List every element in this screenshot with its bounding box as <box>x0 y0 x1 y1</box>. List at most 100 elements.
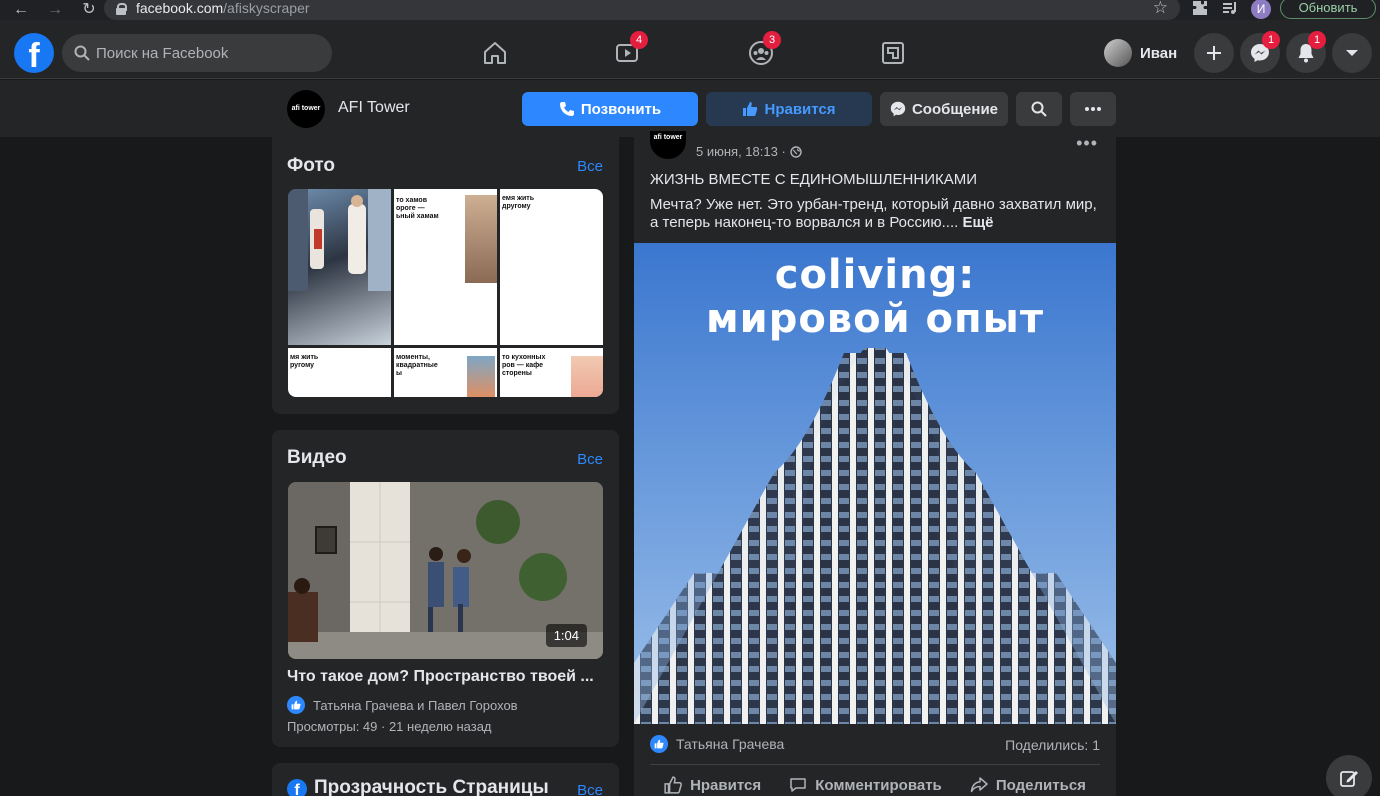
home-icon <box>484 42 506 64</box>
post-action-bar: Нравится Комментировать Поделиться <box>650 764 1100 794</box>
watch-tab[interactable]: 4 <box>608 31 648 73</box>
thumbs-up-icon <box>743 102 758 116</box>
browser-toolbar: ← → ↻ facebook.com/afiskyscraper ☆ И Обн… <box>0 0 1380 20</box>
media-control-icon[interactable] <box>1222 0 1238 18</box>
share-icon <box>970 777 988 793</box>
search-input[interactable] <box>96 44 316 62</box>
photo-caption: мя жить ругому <box>290 354 319 369</box>
page-avatar[interactable]: afi tower <box>287 90 325 128</box>
post: afi tower 5 июня, 18:13 · ••• ЖИЗНЬ ВМЕС… <box>634 131 1116 796</box>
post-share-label: Поделиться <box>995 776 1086 794</box>
photo-person <box>571 356 603 397</box>
video-title[interactable]: Что такое дом? Пространство твоей ... <box>287 668 607 686</box>
photo-caption: емя жить другому <box>502 195 535 210</box>
messenger-badge: 1 <box>1262 31 1280 49</box>
post-date[interactable]: 5 июня, 18:13 · <box>696 144 786 159</box>
create-button[interactable] <box>1194 33 1234 73</box>
call-button-label: Позвонить <box>580 100 662 118</box>
search-icon <box>1031 101 1047 117</box>
video-likers: Татьяна Грачева и Павел Горохов <box>287 696 518 714</box>
video-see-all-link[interactable]: Все <box>577 451 603 468</box>
photo-tile[interactable]: моменты, квадратные ы <box>394 348 497 397</box>
new-message-button[interactable] <box>1326 755 1372 796</box>
back-icon[interactable]: ← <box>12 2 30 18</box>
bookmark-star-icon[interactable]: ☆ <box>1153 0 1168 18</box>
post-comment-button[interactable]: Комментировать <box>789 776 942 794</box>
post-reactions[interactable]: Татьяна Грачева <box>650 735 784 753</box>
post-text: Мечта? Уже нет. Это урбан-тренд, который… <box>650 196 1106 232</box>
notifications-button[interactable]: 1 <box>1286 31 1326 73</box>
post-comment-label: Комментировать <box>815 776 942 794</box>
browser-profile-avatar[interactable]: И <box>1251 0 1271 19</box>
profile-link[interactable]: Иван <box>1104 39 1177 67</box>
message-button[interactable]: Сообщение <box>880 92 1008 126</box>
photo-tile[interactable] <box>288 189 391 345</box>
facebook-logo-icon[interactable]: f <box>14 33 54 73</box>
home-tab[interactable] <box>475 33 515 73</box>
avatar <box>1104 39 1132 67</box>
video-likers-names[interactable]: Татьяна Грачева и Павел Горохов <box>313 698 518 713</box>
gaming-tab[interactable] <box>873 33 913 73</box>
plus-icon <box>1207 46 1221 60</box>
account-menu-button[interactable] <box>1332 33 1372 73</box>
transparency-see-all-link[interactable]: Все <box>577 782 603 796</box>
video-views: Просмотры: 49 · 21 неделю назад <box>287 719 492 734</box>
post-like-button[interactable]: Нравится <box>664 776 761 794</box>
post-reactor-name[interactable]: Татьяна Грачева <box>676 736 784 752</box>
photo-tile[interactable]: то хамов ороге — ьный хамам <box>394 189 497 345</box>
call-button[interactable]: Позвонить <box>522 92 698 126</box>
photos-see-all-link[interactable]: Все <box>577 158 603 175</box>
video-card: Видео Все 1:04 Что такое дом? Пространст… <box>272 430 619 747</box>
like-reaction-icon <box>287 696 305 714</box>
photo-person <box>465 195 497 283</box>
page-title[interactable]: AFI Tower <box>338 99 410 117</box>
search-box[interactable] <box>62 34 332 72</box>
post-headline: ЖИЗНЬ ВМЕСТЕ С ЕДИНОМЫШЛЕННИКАМИ <box>650 171 977 188</box>
groups-badge: 3 <box>763 31 781 49</box>
browser-nav: ← → ↻ <box>0 2 104 18</box>
comment-icon <box>790 778 806 792</box>
transparency-title: Прозрачность Страницы <box>314 777 549 796</box>
messenger-button[interactable]: 1 <box>1240 31 1280 73</box>
post-shares-count[interactable]: Поделились: 1 <box>1005 737 1100 753</box>
page-header-strip: afi tower AFI Tower Позвонить Нравится С… <box>0 80 1380 137</box>
browser-update-button[interactable]: Обновить <box>1280 0 1376 19</box>
address-bar[interactable]: facebook.com/afiskyscraper ☆ <box>104 0 1180 20</box>
photo-tile[interactable]: емя жить другому <box>500 189 603 345</box>
post-text-body: Мечта? Уже нет. Это урбан-тренд, который… <box>650 196 1097 231</box>
profile-name: Иван <box>1140 44 1178 62</box>
groups-tab[interactable]: 3 <box>741 31 781 73</box>
facebook-logo-icon: f <box>287 779 307 796</box>
photo-caption: то хамов ороге — ьный хамам <box>396 197 439 220</box>
photo-person <box>467 356 495 397</box>
phone-icon <box>559 102 574 116</box>
url-text: facebook.com/afiskyscraper <box>136 0 310 16</box>
message-button-label: Сообщение <box>911 100 999 118</box>
post-more-icon[interactable]: ••• <box>1076 133 1098 154</box>
transparency-card: f Прозрачность Страницы Все <box>272 763 619 796</box>
lock-icon <box>116 2 127 15</box>
post-author-avatar[interactable]: afi tower <box>650 131 686 159</box>
globe-icon <box>790 145 802 158</box>
like-page-button-label: Нравится <box>764 100 836 118</box>
watch-badge: 4 <box>630 31 648 49</box>
facebook-top-bar: f 4 3 Иван 1 1 <box>0 20 1380 79</box>
like-page-button[interactable]: Нравится <box>706 92 872 126</box>
video-section-title: Видео <box>287 447 347 468</box>
photos-title: Фото <box>287 155 336 176</box>
photo-caption: то кухонных ров — кафе сторены <box>502 354 546 377</box>
video-thumbnail[interactable]: 1:04 <box>288 482 603 659</box>
see-more-link[interactable]: Ещё <box>962 214 993 231</box>
page-search-button[interactable] <box>1016 92 1062 126</box>
photo-tile[interactable]: то кухонных ров — кафе сторены <box>500 348 603 397</box>
post-share-button[interactable]: Поделиться <box>970 776 1086 794</box>
compose-icon <box>1340 771 1358 787</box>
image-headline: coliving: мировой опыт <box>634 253 1116 341</box>
video-duration: 1:04 <box>545 624 587 647</box>
post-image[interactable]: coliving: мировой опыт <box>634 243 1116 724</box>
extensions-puzzle-icon[interactable] <box>1192 0 1208 18</box>
reload-icon[interactable]: ↻ <box>80 2 98 18</box>
page-more-button[interactable] <box>1070 92 1116 126</box>
forward-icon[interactable]: → <box>46 2 64 18</box>
photo-tile[interactable]: мя жить ругому <box>288 348 391 397</box>
